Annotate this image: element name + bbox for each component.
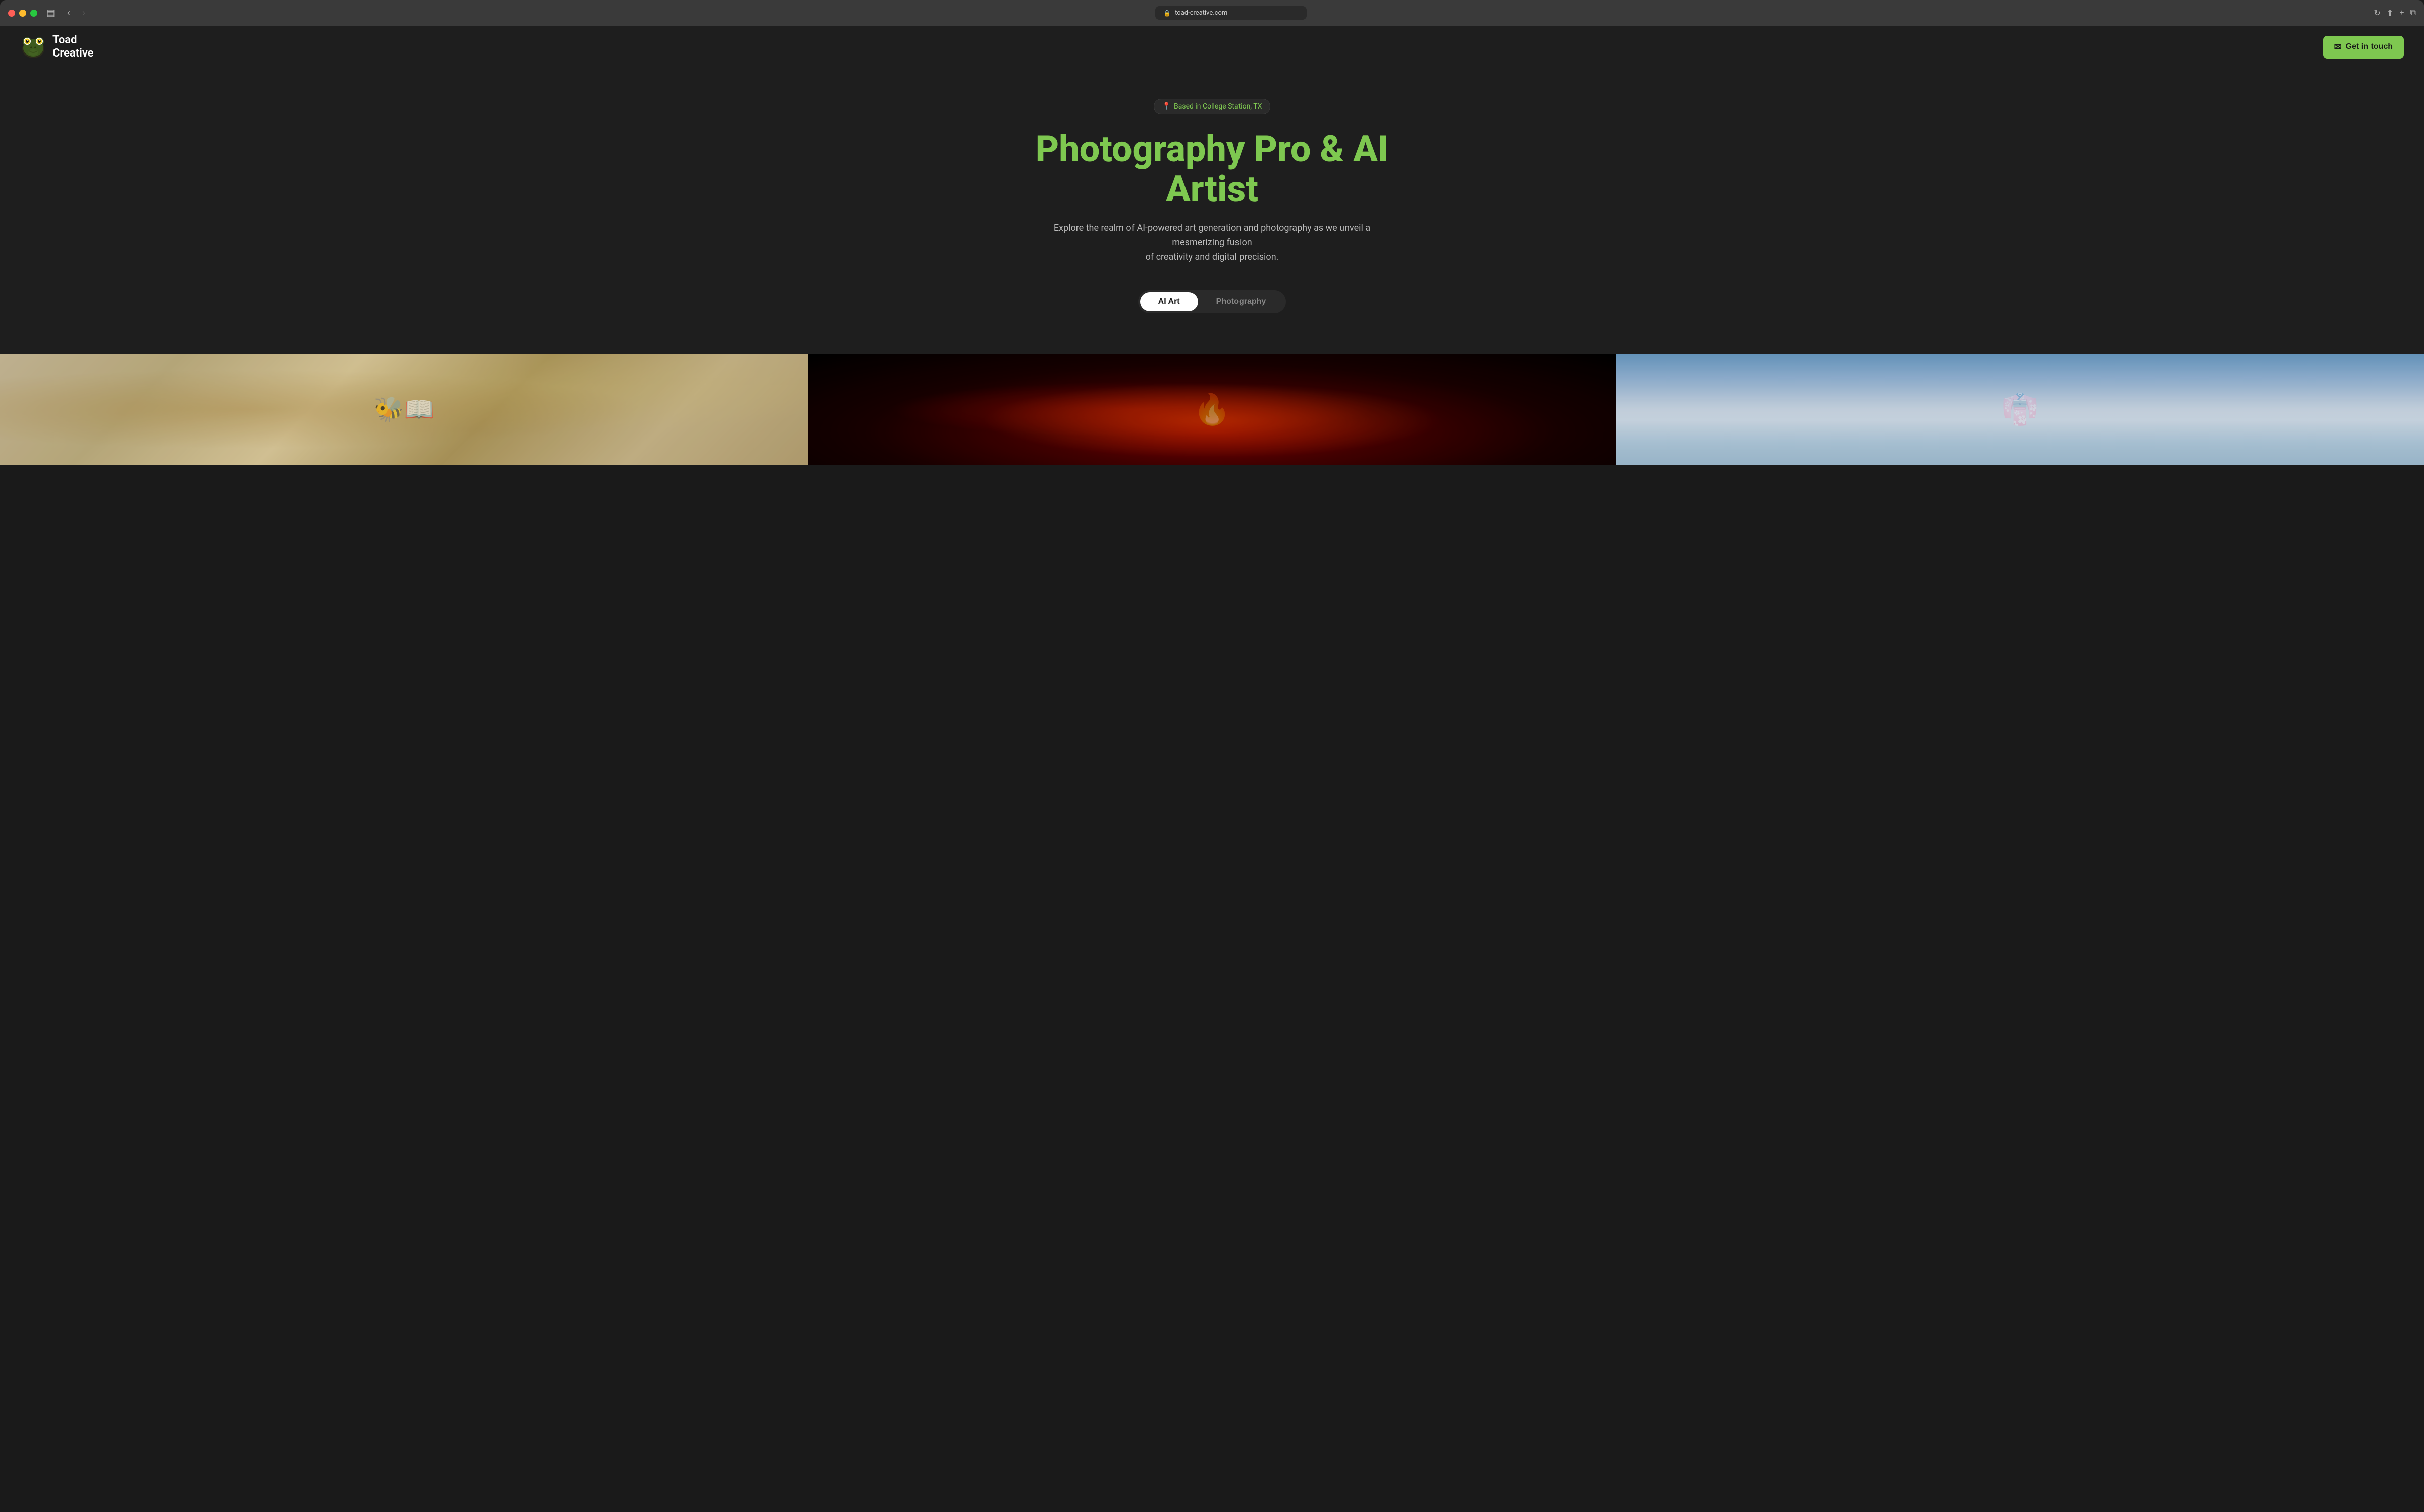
logo-area[interactable]: Toad Creative	[20, 34, 94, 61]
minimize-window-button[interactable]	[19, 10, 26, 17]
location-badge: 📍 Based in College Station, TX	[1154, 99, 1271, 114]
image-gallery	[0, 354, 2424, 465]
tab-photography[interactable]: Photography	[1198, 292, 1284, 311]
security-lock-icon: 🔒	[1163, 10, 1171, 17]
gallery-item-3[interactable]	[1616, 354, 2424, 465]
browser-titlebar: ▤ ‹ › 🔒 toad-creative.com ↻ ⬆ + ⧉	[0, 0, 2424, 26]
maximize-window-button[interactable]	[30, 10, 37, 17]
tab-switcher: AI Art Photography	[1138, 290, 1286, 313]
sidebar-toggle-button[interactable]: ▤	[43, 7, 58, 19]
address-bar-area: 🔒 toad-creative.com	[94, 6, 2367, 20]
new-tab-button[interactable]: +	[2399, 9, 2404, 18]
image-overlay-2	[808, 354, 1616, 465]
back-button[interactable]: ‹	[64, 7, 73, 19]
hero-subtitle: Explore the realm of AI-powered art gene…	[1051, 221, 1374, 264]
browser-window: ▤ ‹ › 🔒 toad-creative.com ↻ ⬆ + ⧉	[0, 0, 2424, 465]
bee-journal-image	[0, 354, 808, 465]
image-overlay-1	[0, 354, 808, 465]
close-window-button[interactable]	[8, 10, 15, 17]
gallery-item-1[interactable]	[0, 354, 808, 465]
gallery-item-2[interactable]	[808, 354, 1616, 465]
site-header: Toad Creative ✉ Get in touch	[0, 26, 2424, 69]
share-button[interactable]: ⬆	[2387, 8, 2393, 18]
white-figures-image	[1616, 354, 2424, 465]
reload-button[interactable]: ↻	[2374, 8, 2380, 18]
forward-button[interactable]: ›	[79, 7, 88, 19]
get-in-touch-button[interactable]: ✉ Get in touch	[2323, 36, 2404, 59]
url-text: toad-creative.com	[1175, 9, 1227, 17]
website-content: Toad Creative ✉ Get in touch 📍 Based in …	[0, 26, 2424, 465]
logo-text: Toad Creative	[52, 34, 94, 61]
window-controls	[8, 10, 37, 17]
logo-icon	[20, 34, 46, 60]
browser-toolbar: ↻ ⬆ + ⧉	[2374, 8, 2416, 18]
hero-section: 📍 Based in College Station, TX Photograp…	[0, 69, 2424, 354]
location-text: Based in College Station, TX	[1174, 102, 1262, 111]
tab-ai-art[interactable]: AI Art	[1140, 292, 1198, 311]
hero-title: Photography Pro & AI Artist	[1010, 129, 1414, 209]
dark-fire-image	[808, 354, 1616, 465]
envelope-icon: ✉	[2334, 42, 2342, 52]
address-bar[interactable]: 🔒 toad-creative.com	[1155, 6, 1307, 20]
image-overlay-3	[1616, 354, 2424, 465]
location-pin-icon: 📍	[1162, 102, 1171, 111]
get-in-touch-label: Get in touch	[2346, 42, 2393, 51]
tab-overview-button[interactable]: ⧉	[2410, 9, 2416, 18]
